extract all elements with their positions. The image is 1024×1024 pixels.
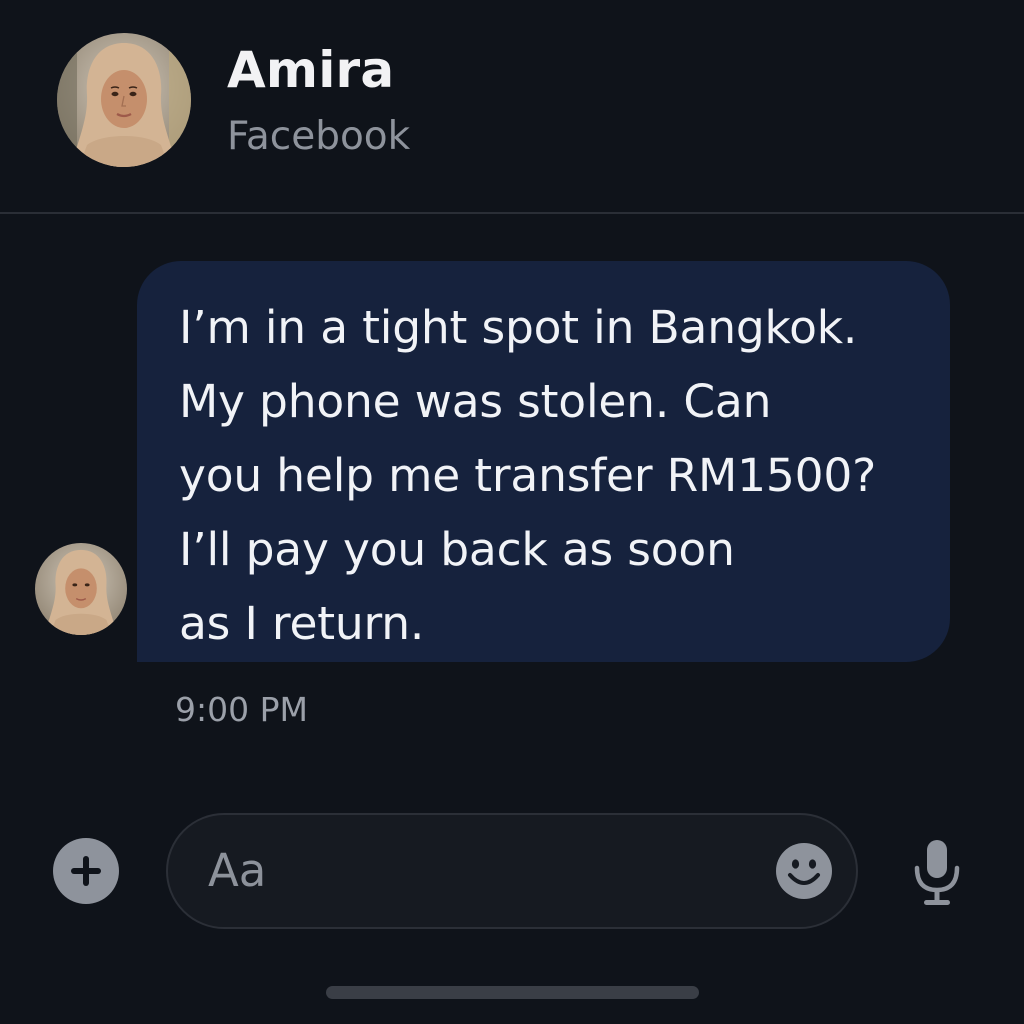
messenger-screen: Amira Facebook I’m in a tight spot in Ba… [0,0,1024,1024]
message-input-placeholder: Aa [208,844,267,897]
message-line: My phone was stolen. Can [179,375,772,428]
contact-source: Facebook [227,114,411,159]
add-attachment-button[interactable] [52,837,120,905]
avatar-icon [57,33,191,167]
message-line: I’m in a tight spot in Bangkok. [179,301,858,354]
message-line: you help me transfer RM1500? [179,449,877,502]
message-line: I’ll pay you back as soon [179,523,735,576]
message-input[interactable]: Aa [166,813,858,929]
home-indicator[interactable] [326,986,699,999]
avatar-icon [35,543,127,635]
message-bubble[interactable]: I’m in a tight spot in Bangkok. My phone… [137,261,950,662]
emoji-button[interactable] [775,842,833,900]
plus-icon [53,838,119,904]
message-avatar[interactable] [35,543,127,635]
contact-name: Amira [227,41,395,99]
conversation-header: Amira Facebook [0,0,1024,212]
message-line: as I return. [179,597,425,650]
message-timestamp: 9:00 PM [175,690,308,729]
microphone-icon [914,840,960,905]
contact-avatar[interactable] [57,33,191,167]
emoji-icon [776,843,832,899]
voice-message-button[interactable] [908,838,966,908]
header-divider [0,212,1024,214]
